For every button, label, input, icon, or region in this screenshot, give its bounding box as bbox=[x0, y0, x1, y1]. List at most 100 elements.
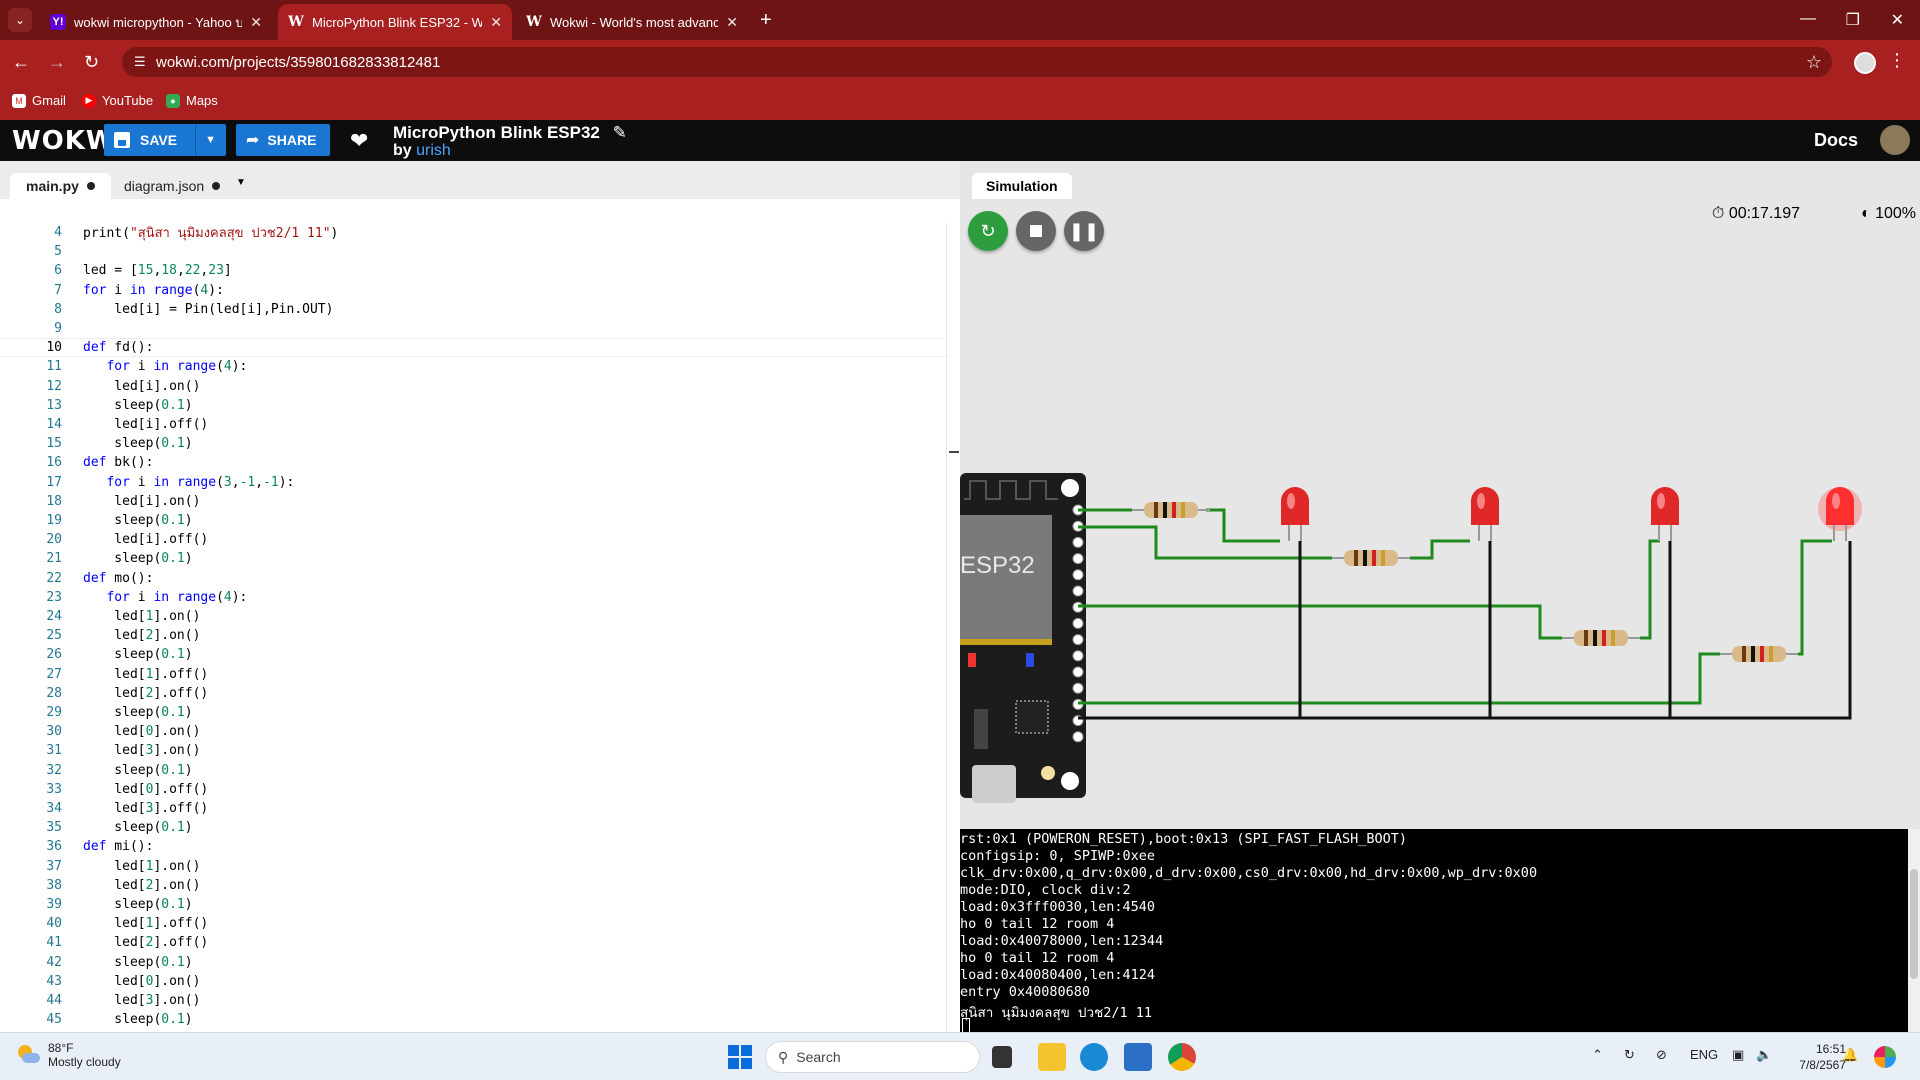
browser-menu-icon[interactable]: ⋮ bbox=[1888, 50, 1906, 71]
taskbar-search[interactable]: ⚲ Search bbox=[765, 1041, 980, 1073]
header-pin[interactable] bbox=[1072, 731, 1084, 743]
red-led[interactable] bbox=[1281, 487, 1309, 541]
bookmark-maps[interactable]: ● Maps bbox=[166, 93, 218, 108]
profile-avatar[interactable] bbox=[1854, 52, 1876, 74]
code-line[interactable]: 41 led[2].off() bbox=[0, 933, 948, 952]
header-pin[interactable] bbox=[1072, 682, 1084, 694]
header-pin[interactable] bbox=[1072, 617, 1084, 629]
code-line[interactable]: 40 led[1].off() bbox=[0, 914, 948, 933]
chrome-icon[interactable] bbox=[1168, 1043, 1196, 1071]
code-line[interactable]: 26 sleep(0.1) bbox=[0, 645, 948, 664]
header-pin[interactable] bbox=[1072, 585, 1084, 597]
notification-bell-icon[interactable]: 🔔 bbox=[1842, 1047, 1858, 1063]
reload-icon[interactable]: ↻ bbox=[84, 50, 99, 74]
docs-link[interactable]: Docs bbox=[1814, 130, 1858, 151]
code-line[interactable]: 35 sleep(0.1) bbox=[0, 818, 948, 837]
serial-scrollbar[interactable] bbox=[1908, 829, 1920, 1032]
site-info-icon[interactable]: ☰ bbox=[134, 54, 146, 70]
code-line[interactable]: 18 led[i].on() bbox=[0, 492, 948, 511]
display-icon[interactable]: ▣ bbox=[1732, 1047, 1744, 1063]
code-line[interactable]: 20 led[i].off() bbox=[0, 530, 948, 549]
resistor[interactable] bbox=[1332, 550, 1410, 566]
wire-led3[interactable] bbox=[1640, 539, 1660, 640]
code-line[interactable]: 38 led[2].on() bbox=[0, 876, 948, 895]
volume-icon[interactable]: 🔈 bbox=[1756, 1047, 1772, 1063]
code-line[interactable]: 15 sleep(0.1) bbox=[0, 434, 948, 453]
code-line[interactable]: 12 led[i].on() bbox=[0, 377, 948, 396]
wire-gpio22[interactable] bbox=[1078, 525, 1332, 560]
header-pin[interactable] bbox=[1072, 650, 1084, 662]
code-line[interactable]: 23 for i in range(4): bbox=[0, 588, 948, 607]
code-line[interactable]: 21 sleep(0.1) bbox=[0, 549, 948, 568]
code-line[interactable]: 44 led[3].on() bbox=[0, 991, 948, 1010]
code-area[interactable]: 4 print("สุนิสา นุมิมงคลสุข ปวช2/1 11") 5 6… bbox=[0, 223, 948, 1031]
weather-widget[interactable]: 88°F Mostly cloudy bbox=[16, 1041, 121, 1069]
edge-icon[interactable] bbox=[1080, 1043, 1108, 1071]
code-line[interactable]: 6 led = [15,18,22,23] bbox=[0, 261, 948, 280]
code-line[interactable]: 45 sleep(0.1) bbox=[0, 1010, 948, 1029]
code-line[interactable]: 13 sleep(0.1) bbox=[0, 396, 948, 415]
system-clock[interactable]: 16:51 7/8/2567 bbox=[1799, 1041, 1846, 1073]
serial-monitor[interactable]: rst:0x1 (POWERON_RESET),boot:0x13 (SPI_F… bbox=[960, 829, 1920, 1032]
close-tab-icon[interactable]: ✕ bbox=[490, 14, 502, 31]
code-line[interactable]: 22 def mo(): bbox=[0, 569, 948, 588]
code-line[interactable]: 17 for i in range(3,-1,-1): bbox=[0, 473, 948, 492]
close-window-icon[interactable]: ✕ bbox=[1891, 10, 1904, 30]
code-line[interactable]: 25 led[2].on() bbox=[0, 626, 948, 645]
bookmark-gmail[interactable]: M Gmail bbox=[12, 93, 66, 108]
save-button[interactable]: SAVE bbox=[104, 124, 187, 156]
author-link[interactable]: urish bbox=[416, 142, 451, 159]
forward-icon[interactable]: → bbox=[48, 50, 66, 74]
close-tab-icon[interactable]: ✕ bbox=[726, 14, 738, 31]
editor-scrollbar[interactable] bbox=[946, 223, 960, 1031]
restore-icon[interactable]: ❐ bbox=[1846, 10, 1860, 30]
bookmark-youtube[interactable]: ▶ YouTube bbox=[82, 93, 153, 108]
code-line[interactable]: 28 led[2].off() bbox=[0, 684, 948, 703]
browser-tab-yahoo[interactable]: Y! wokwi micropython - Yahoo บ ✕ bbox=[40, 4, 272, 40]
wire-gpio15[interactable] bbox=[1078, 652, 1720, 705]
file-explorer-icon[interactable] bbox=[1038, 1043, 1066, 1071]
browser-tab-wokwi-home[interactable]: W Wokwi - World's most advance ✕ bbox=[516, 4, 748, 40]
red-led[interactable] bbox=[1471, 487, 1499, 541]
resistor[interactable] bbox=[1720, 646, 1798, 662]
wire-led1[interactable] bbox=[1206, 508, 1280, 543]
task-view-icon[interactable] bbox=[992, 1046, 1012, 1068]
code-line[interactable]: 31 led[3].on() bbox=[0, 741, 948, 760]
sync-icon[interactable]: ↻ bbox=[1624, 1047, 1635, 1063]
tab-main-py[interactable]: main.py bbox=[10, 173, 111, 199]
code-line[interactable]: 10 def fd(): bbox=[0, 338, 948, 358]
code-line[interactable]: 9 bbox=[0, 319, 948, 338]
red-led[interactable] bbox=[1818, 487, 1862, 541]
code-line[interactable]: 36 def mi(): bbox=[0, 837, 948, 856]
share-button[interactable]: ➦ SHARE bbox=[236, 124, 330, 156]
code-line[interactable]: 39 sleep(0.1) bbox=[0, 895, 948, 914]
code-line[interactable]: 5 bbox=[0, 242, 948, 261]
code-line[interactable]: 14 led[i].off() bbox=[0, 415, 948, 434]
code-line[interactable]: 4 print("สุนิสา นุมิมงคลสุข ปวช2/1 11") bbox=[0, 223, 948, 242]
code-line[interactable]: 24 led[1].on() bbox=[0, 607, 948, 626]
browser-tab-wokwi-project[interactable]: W MicroPython Blink ESP32 - Wok ✕ bbox=[278, 4, 512, 40]
code-line[interactable]: 11 for i in range(4): bbox=[0, 357, 948, 376]
header-pin[interactable] bbox=[1072, 666, 1084, 678]
bookmark-star-icon[interactable]: ☆ bbox=[1806, 52, 1822, 73]
wire-led4[interactable] bbox=[1798, 539, 1832, 656]
resistor[interactable] bbox=[1132, 502, 1210, 518]
scrollbar-thumb[interactable] bbox=[949, 451, 959, 453]
back-icon[interactable]: ← bbox=[12, 50, 30, 74]
code-line[interactable]: 46 led[0].off() bbox=[0, 1029, 948, 1031]
code-line[interactable]: 16 def bk(): bbox=[0, 453, 948, 472]
code-line[interactable]: 37 led[1].on() bbox=[0, 857, 948, 876]
header-pin[interactable] bbox=[1072, 634, 1084, 646]
chevron-up-icon[interactable]: ⌃ bbox=[1592, 1047, 1603, 1063]
resistor[interactable] bbox=[1562, 630, 1640, 646]
windows-start-icon[interactable] bbox=[726, 1043, 754, 1071]
store-icon[interactable] bbox=[1124, 1043, 1152, 1071]
header-pin[interactable] bbox=[1072, 569, 1084, 581]
code-line[interactable]: 27 led[1].off() bbox=[0, 665, 948, 684]
code-line[interactable]: 7 for i in range(4): bbox=[0, 281, 948, 300]
boot-button[interactable] bbox=[1041, 766, 1055, 780]
address-bar[interactable]: ☰ wokwi.com/projects/359801682833812481 bbox=[122, 47, 1832, 77]
tab-diagram-json[interactable]: diagram.json bbox=[108, 173, 236, 199]
tab-search-button[interactable]: ⌄ bbox=[8, 8, 32, 32]
code-line[interactable]: 42 sleep(0.1) bbox=[0, 953, 948, 972]
